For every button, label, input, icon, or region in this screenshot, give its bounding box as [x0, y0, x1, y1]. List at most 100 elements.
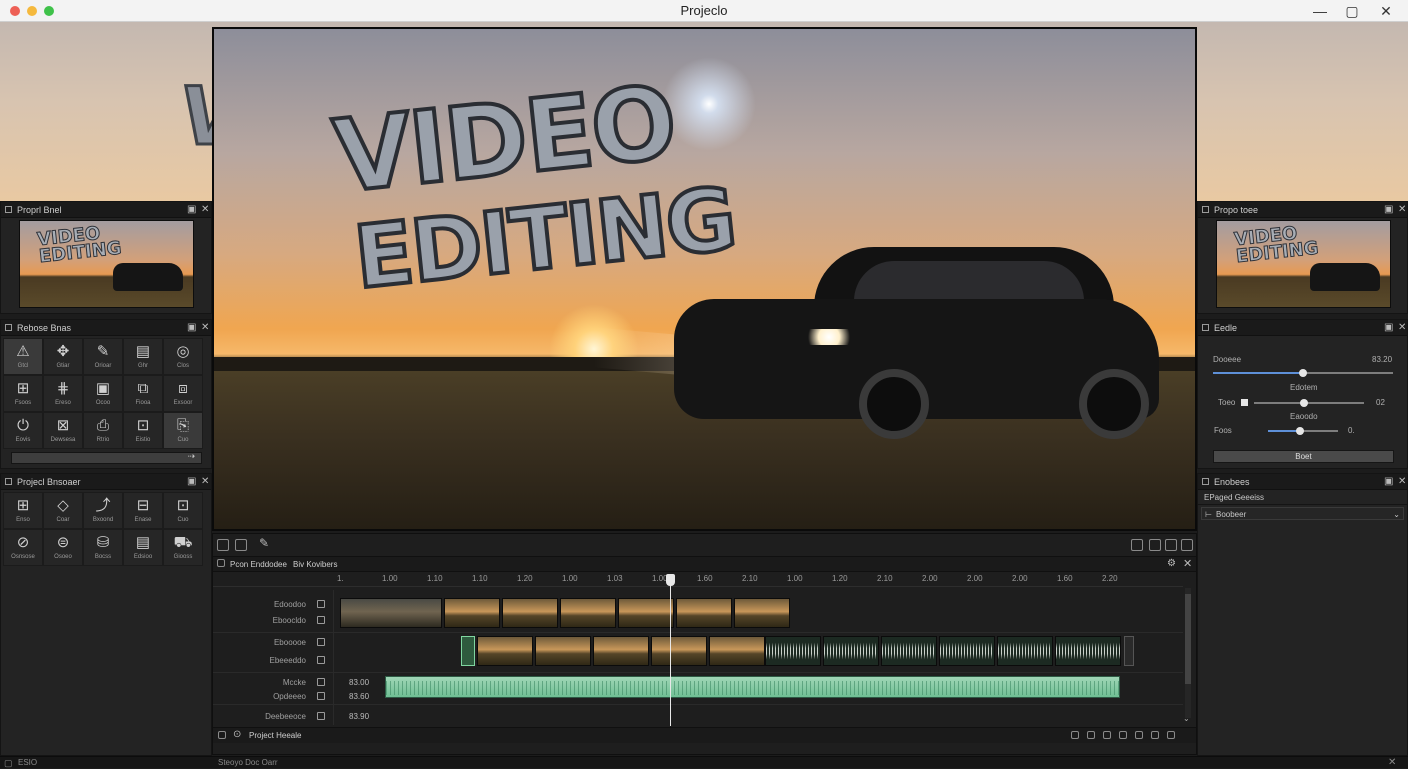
video-clip[interactable]	[444, 598, 500, 628]
audio-clip[interactable]	[1055, 636, 1121, 666]
close-panel-icon[interactable]: ✕	[1398, 320, 1406, 336]
minimize-icon[interactable]: —	[1310, 2, 1330, 20]
video-clip[interactable]	[340, 598, 442, 628]
audio-track-strip[interactable]	[385, 676, 1120, 698]
settings-icon[interactable]: ⚙	[1167, 558, 1176, 569]
audio-clip[interactable]	[881, 636, 937, 666]
slider2-knob[interactable]	[1299, 399, 1308, 407]
clip-end-handle[interactable]	[1124, 636, 1134, 666]
video-clip[interactable]	[477, 636, 533, 666]
close-timeline-icon[interactable]: ✕	[1183, 557, 1192, 570]
browser-item-1[interactable]: EPaged Geeeiss	[1198, 491, 1407, 505]
audio-clip[interactable]	[939, 636, 995, 666]
timeline-vscroll-thumb[interactable]	[1185, 594, 1191, 684]
tool-button[interactable]: ⧉ Fiooa	[123, 375, 163, 412]
tool-button[interactable]: ✥ Gtiar	[43, 338, 83, 375]
track-lock-icon[interactable]	[317, 656, 325, 664]
pen-icon[interactable]: ✎	[259, 536, 269, 550]
panel-checkbox-icon[interactable]	[5, 324, 12, 331]
track-link-icon[interactable]	[317, 638, 325, 646]
scroll-down-icon[interactable]: ⌄	[1183, 714, 1190, 723]
tool-button[interactable]: ⧈ Exsoor	[163, 375, 203, 412]
footer-tool-icon-3[interactable]	[1103, 731, 1111, 739]
footer-checkbox-icon[interactable]	[218, 731, 226, 739]
maximize-icon[interactable]: ▢	[1342, 2, 1362, 20]
project-item[interactable]: ⊡ Cuo	[163, 492, 203, 529]
timeline-view-icon-3[interactable]	[1165, 539, 1177, 551]
video-clip[interactable]	[502, 598, 558, 628]
audio-clip[interactable]	[823, 636, 879, 666]
project-item[interactable]: ▤ Edsioo	[123, 529, 163, 566]
browser-item-2[interactable]: ⊢ Boobeer ⌄	[1201, 507, 1404, 520]
project-item[interactable]: ⤴ Bxoond	[83, 492, 123, 529]
tool-button[interactable]: ⚠ Gtcl	[3, 338, 43, 375]
panel-checkbox-icon[interactable]	[1202, 478, 1209, 485]
track-lock-icon[interactable]	[317, 692, 325, 700]
close-panel-icon[interactable]: ✕	[201, 320, 209, 336]
footer-tool-icon-2[interactable]	[1087, 731, 1095, 739]
slider1-knob[interactable]	[1299, 369, 1307, 377]
panel-checkbox-icon[interactable]	[5, 206, 12, 213]
right-preview-thumbnail[interactable]: VIDEO EDITING	[1216, 220, 1391, 308]
video-clip[interactable]	[676, 598, 732, 628]
playhead-handle[interactable]	[666, 574, 675, 586]
close-icon[interactable]: ✕	[1376, 2, 1396, 20]
timeline-square-icon[interactable]	[217, 539, 229, 551]
slider2-track[interactable]	[1254, 402, 1364, 404]
timeline-ruler[interactable]: 1. 1.00 1.10 1.10 1.20 1.00 1.03 1.00 1.60 2.10 1.…	[213, 574, 1183, 587]
timeline-view-icon-4[interactable]	[1181, 539, 1193, 551]
panel-checkbox-icon[interactable]	[5, 478, 12, 485]
tool-button[interactable]: ⊞ Fsoos	[3, 375, 43, 412]
dock-icon[interactable]: ▣	[187, 320, 196, 336]
project-item[interactable]: ⛟ Giooss	[163, 529, 203, 566]
project-item[interactable]: ⊞ Enso	[3, 492, 43, 529]
dock-icon[interactable]: ▣	[187, 474, 196, 490]
close-panel-icon[interactable]: ✕	[1398, 474, 1406, 490]
project-item[interactable]: ◇ Coar	[43, 492, 83, 529]
tool-button[interactable]: ⎙ Rtrio	[83, 412, 123, 449]
project-item[interactable]: ⊜ Osoeo	[43, 529, 83, 566]
tool-button[interactable]: ⊠ Dewsesa	[43, 412, 83, 449]
footer-tool-icon-7[interactable]	[1167, 731, 1175, 739]
close-panel-icon[interactable]: ✕	[201, 474, 209, 490]
footer-tool-icon-1[interactable]	[1071, 731, 1079, 739]
track-link-icon[interactable]	[317, 600, 325, 608]
dock-icon[interactable]: ▣	[1384, 474, 1393, 490]
video-preview[interactable]: VIDEO EDITING	[212, 27, 1197, 531]
timeline-checkbox-icon[interactable]	[217, 559, 225, 567]
panel-checkbox-icon[interactable]	[1202, 206, 1209, 213]
tool-button[interactable]: ⊡ Eistio	[123, 412, 163, 449]
project-item[interactable]: ⊟ Enase	[123, 492, 163, 529]
dock-icon[interactable]: ▣	[1384, 202, 1393, 218]
apply-button[interactable]: Boet	[1213, 450, 1394, 463]
left-preview-thumbnail[interactable]: VIDEO EDITING	[19, 220, 194, 308]
chevron-down-icon[interactable]: ⌄	[1393, 508, 1400, 521]
footer-tool-icon-5[interactable]	[1135, 731, 1143, 739]
tool-button[interactable]: ⋕ Ereso	[43, 375, 83, 412]
timeline-vscroll[interactable]	[1185, 588, 1191, 718]
tool-button[interactable]: ▤ Ghr	[123, 338, 163, 375]
video-clip[interactable]	[618, 598, 674, 628]
video-clip[interactable]	[560, 598, 616, 628]
clip-handle[interactable]	[461, 636, 475, 666]
tool-button[interactable]: ⎘ Cuo	[163, 412, 203, 449]
tool-button[interactable]: ▣ Ocoo	[83, 375, 123, 412]
track-lock-icon[interactable]	[317, 712, 325, 720]
tool-button[interactable]: ✎ Orioar	[83, 338, 123, 375]
video-clip[interactable]	[651, 636, 707, 666]
dock-icon[interactable]: ▣	[187, 202, 196, 218]
video-clip[interactable]	[734, 598, 790, 628]
project-item[interactable]: ⊘ Osnsose	[3, 529, 43, 566]
video-clip[interactable]	[593, 636, 649, 666]
audio-clip[interactable]	[997, 636, 1053, 666]
dock-icon[interactable]: ▣	[1384, 320, 1393, 336]
track-link-icon[interactable]	[317, 678, 325, 686]
slider2-checkbox[interactable]	[1241, 399, 1248, 406]
footer-tool-icon-4[interactable]	[1119, 731, 1127, 739]
audio-clip[interactable]	[765, 636, 821, 666]
timeline-view-icon-1[interactable]	[1131, 539, 1143, 551]
panel-checkbox-icon[interactable]	[1202, 324, 1209, 331]
tool-button[interactable]: ⏻ Eovis	[3, 412, 43, 449]
video-clip[interactable]	[709, 636, 765, 666]
timeline-view-icon-2[interactable]	[1149, 539, 1161, 551]
